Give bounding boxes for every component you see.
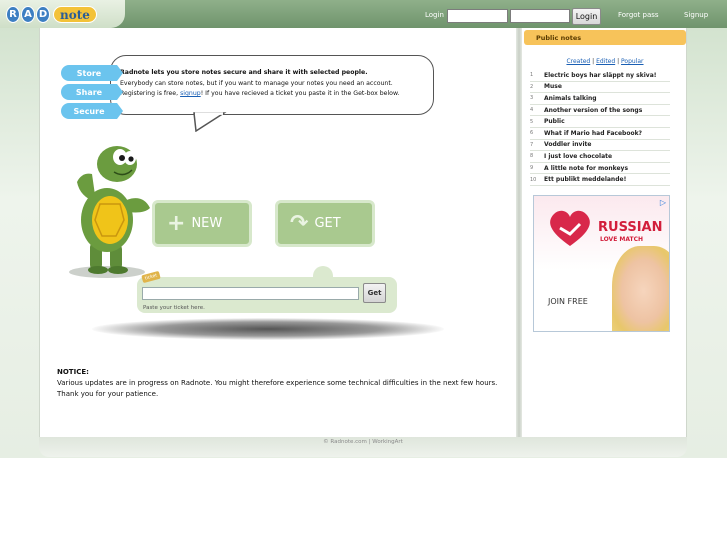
- signup-link[interactable]: Signup: [684, 11, 708, 19]
- public-notes-list: 1 Electric boys har släppt ny skiva! 2 Mus…: [530, 70, 670, 186]
- heart-logo-icon: [550, 210, 590, 246]
- plus-icon: +: [167, 211, 186, 236]
- ad-brand-love-match: LOVE MATCH: [600, 236, 644, 243]
- pill-secure: Secure: [61, 103, 123, 119]
- ad-choices-icon[interactable]: ▷: [660, 198, 666, 207]
- list-item[interactable]: 2 Muse: [530, 82, 670, 94]
- ticket-hint: Paste your ticket here.: [143, 305, 205, 311]
- public-notes-header: Public notes: [524, 30, 686, 45]
- arrow-share-icon: ↷: [290, 211, 309, 236]
- password-input[interactable]: [510, 9, 570, 23]
- list-item[interactable]: 4 Another version of the songs: [530, 105, 670, 117]
- get-note-button[interactable]: ↷ GET: [275, 200, 375, 247]
- login-label: Login: [425, 11, 444, 19]
- intro-line-3: Registering is free, signup! If you have…: [120, 90, 400, 97]
- sort-created-link[interactable]: Created: [566, 58, 590, 65]
- intro-signup-link[interactable]: signup: [180, 90, 201, 97]
- floor-shadow: [92, 318, 444, 340]
- column-divider: [516, 28, 522, 438]
- ad-brand-russian: RUSSIAN: [598, 220, 663, 235]
- pill-store: Store: [61, 65, 123, 81]
- footer-text: © Radnote.com | WorkingArt: [323, 439, 403, 445]
- list-item[interactable]: 10 Ett publikt meddelande!: [530, 174, 670, 186]
- logo-word: note: [53, 6, 97, 23]
- notice-line-1: Various updates are in progress on Radno…: [57, 379, 498, 387]
- logo-letter-a: A: [21, 6, 35, 23]
- footer: © Radnote.com | WorkingArt: [39, 437, 687, 457]
- forgot-pass-link[interactable]: Forgot pass: [618, 11, 659, 19]
- intro-line-1: Radnote lets you store notes secure and …: [120, 69, 368, 76]
- logo-tab: R A D note: [0, 0, 125, 28]
- list-item[interactable]: 9A little note for monkeys: [530, 163, 670, 175]
- list-item[interactable]: 3 Animals talking: [530, 93, 670, 105]
- pill-share: Share: [61, 84, 123, 100]
- username-input[interactable]: [447, 9, 508, 23]
- ad-photo: [612, 246, 669, 331]
- intro-line-2: Everybody can store notes, but if you wa…: [120, 79, 393, 87]
- new-button-label: NEW: [191, 216, 223, 231]
- logo-letter-d: D: [36, 6, 50, 23]
- turtle-mascot-icon: [69, 146, 150, 278]
- ticket-get-button[interactable]: Get: [363, 283, 386, 303]
- list-item[interactable]: 8I just love chocolate: [530, 151, 670, 163]
- page-root: R A D note Login Login Forgot pass Signu…: [0, 0, 727, 545]
- list-item[interactable]: 7 Voddler invite: [530, 140, 670, 152]
- bubble-tail: [193, 112, 227, 132]
- list-item[interactable]: 1 Electric boys har släppt ny skiva!: [530, 70, 670, 82]
- notice-line-2: Thank you for your patience.: [57, 390, 159, 398]
- login-button[interactable]: Login: [572, 8, 601, 25]
- logo-letter-r: R: [6, 6, 20, 23]
- public-notes-sort: Created | Edited | Popular: [566, 58, 644, 65]
- radnote-logo[interactable]: R A D note: [6, 4, 97, 25]
- ad-join-free[interactable]: JOIN FREE: [548, 297, 588, 306]
- sort-edited-link[interactable]: Edited: [596, 58, 615, 65]
- list-item[interactable]: 6 What if Mario had Facebook?: [530, 128, 670, 140]
- new-note-button[interactable]: + NEW: [152, 200, 252, 247]
- ticket-input[interactable]: [142, 287, 359, 300]
- notice-title: NOTICE:: [57, 368, 89, 376]
- ad-banner[interactable]: ▷ RUSSIAN LOVE MATCH JOIN FREE: [533, 195, 670, 332]
- intro-text: Radnote lets you store notes secure and …: [120, 68, 430, 100]
- get-button-label: GET: [314, 216, 341, 231]
- list-item[interactable]: 5 Public: [530, 116, 670, 128]
- sort-popular-link[interactable]: Popular: [621, 58, 644, 65]
